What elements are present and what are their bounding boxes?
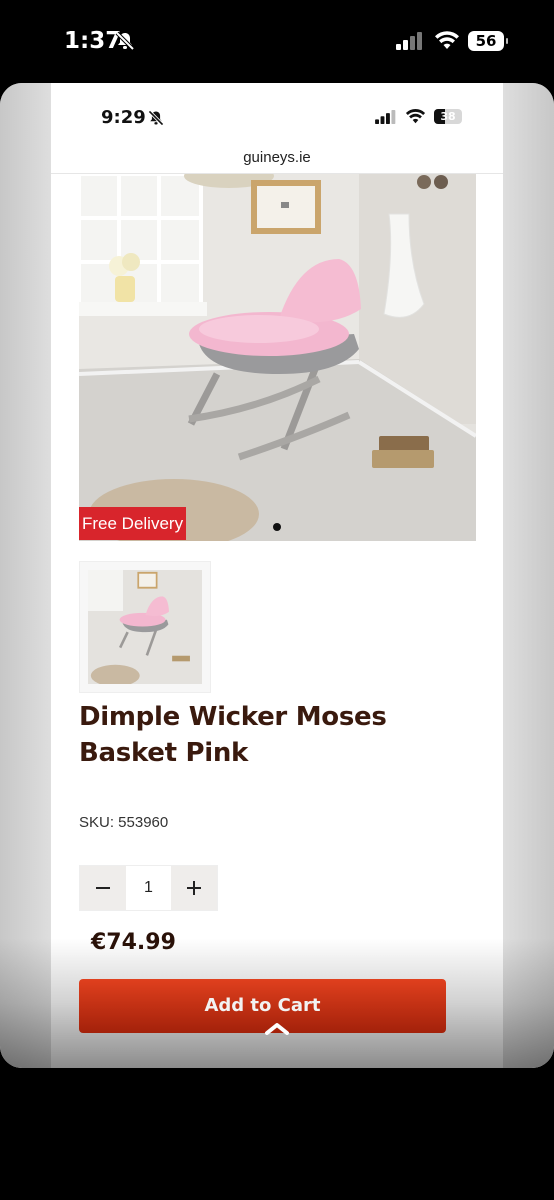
- plus-icon: [187, 881, 201, 895]
- product-thumbnail[interactable]: [79, 561, 211, 693]
- minus-icon: [96, 887, 110, 889]
- product-sku: SKU: 553960: [79, 814, 169, 831]
- decrement-button[interactable]: [80, 866, 126, 910]
- bell-slash-icon: [114, 30, 136, 57]
- cellular-signal-icon: [396, 32, 424, 55]
- bell-slash-icon: [147, 109, 165, 132]
- inner-clock: 9:29: [101, 107, 146, 128]
- carousel-dot[interactable]: [273, 523, 281, 531]
- quantity-stepper: 1: [79, 865, 218, 911]
- inner-status-bar: 9:29 38: [51, 83, 503, 153]
- battery-percent: 38: [440, 110, 456, 123]
- increment-button[interactable]: [171, 866, 217, 910]
- cellular-signal-icon: [375, 110, 397, 129]
- chevron-up-icon[interactable]: [264, 1021, 290, 1040]
- wifi-icon: [405, 108, 426, 129]
- product-photo: [79, 174, 476, 541]
- wifi-icon: [434, 30, 460, 55]
- quantity-input[interactable]: 1: [126, 866, 171, 910]
- product-image-main[interactable]: Free Delivery: [79, 174, 476, 541]
- product-title: Dimple Wicker Moses Basket Pink: [79, 702, 387, 768]
- free-delivery-badge: Free Delivery: [79, 507, 187, 540]
- battery-indicator: 38: [434, 109, 462, 124]
- thumbnail-image: [88, 570, 202, 684]
- add-to-cart-button[interactable]: Add to Cart: [79, 979, 446, 1033]
- outer-status-bar: 1:37 56: [0, 0, 554, 82]
- outer-clock: 1:37: [64, 28, 122, 54]
- address-bar-url[interactable]: guineys.ie: [51, 149, 503, 166]
- product-page: 9:29 38 guineys.ie Free Delivery Dimple …: [51, 83, 503, 1068]
- screenshot-frame: 9:29 38 guineys.ie Free Delivery Dimple …: [0, 83, 554, 1068]
- battery-indicator: 56: [468, 31, 508, 51]
